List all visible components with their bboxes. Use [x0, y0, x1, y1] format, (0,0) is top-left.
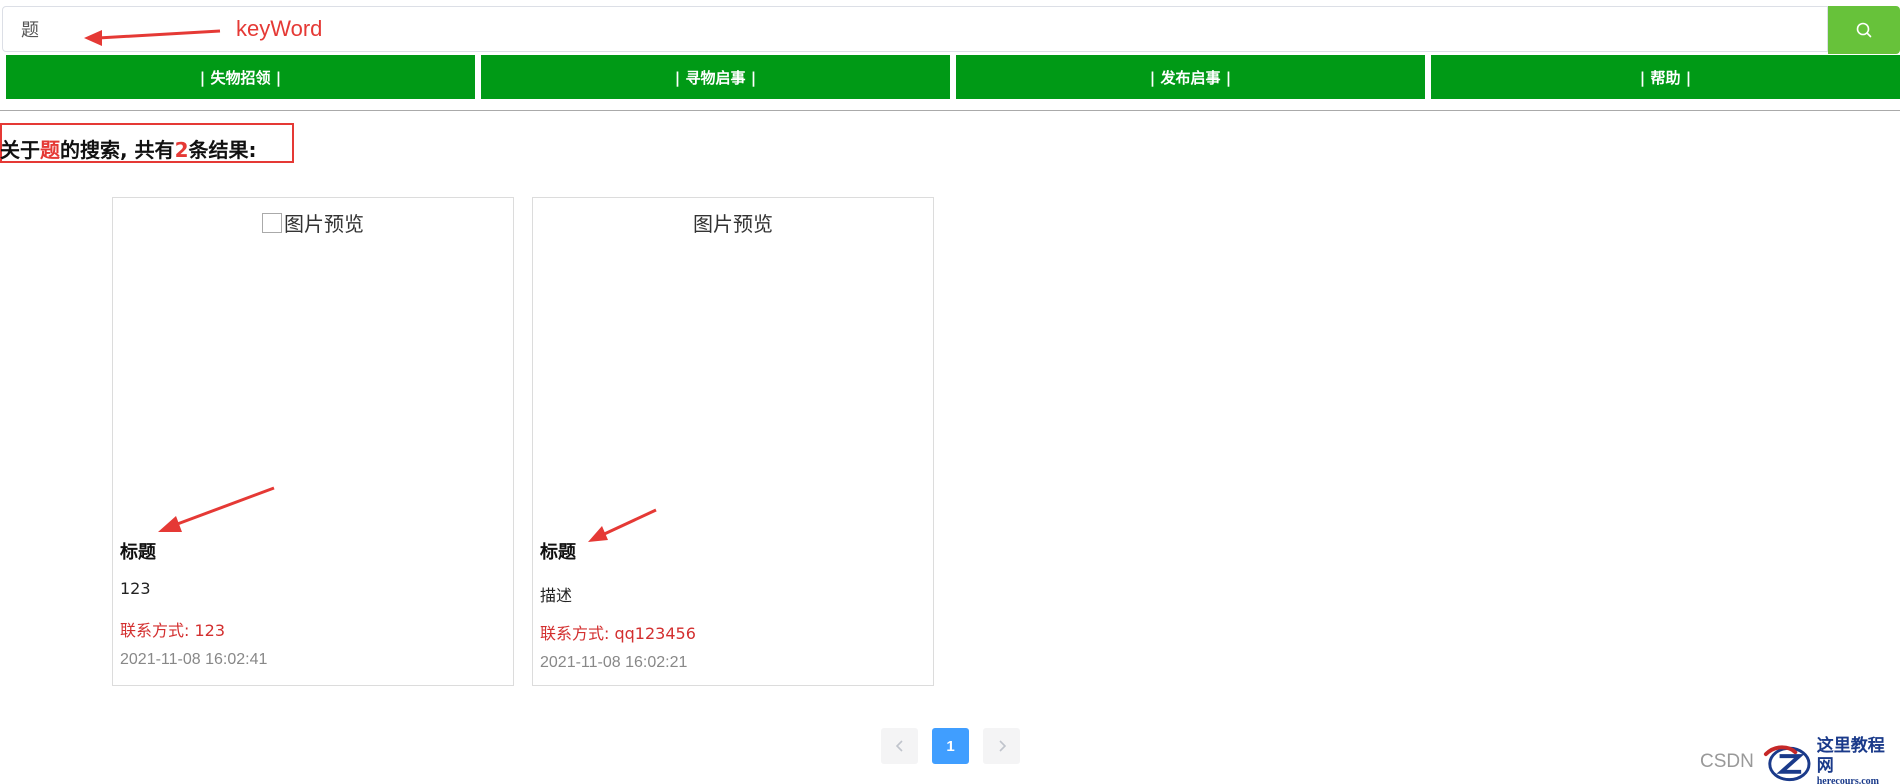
card-title: 标题 — [120, 542, 156, 563]
main-nav: | 失物招领 | | 寻物启事 | | 发布启事 | | 帮助 | — [6, 55, 1900, 99]
nav-item-lost-notice[interactable]: | 寻物启事 | — [481, 55, 950, 99]
result-count: 2 — [174, 138, 189, 162]
site-logo-icon — [1763, 745, 1811, 782]
page-number-button[interactable]: 1 — [932, 728, 969, 764]
watermark: CSDN 这里教程网 herecours.com — [1700, 736, 1900, 784]
divider — [0, 110, 1900, 111]
result-middle: 的搜索, 共有 — [60, 138, 175, 162]
site-name-en: herecours.com — [1816, 776, 1880, 784]
page: keyWord | 失物招领 | | 寻物启事 | | 发布启事 | | 帮助 … — [0, 0, 1900, 784]
csdn-watermark: CSDN — [1700, 751, 1754, 772]
nav-item-lost-and-found[interactable]: | 失物招领 | — [6, 55, 475, 99]
keyword-annotation: keyWord — [236, 16, 323, 41]
card-date: 2021-11-08 16:02:41 — [120, 651, 268, 668]
broken-image-icon — [262, 212, 282, 233]
result-summary: 关于题的搜索, 共有2条结果: — [0, 134, 256, 163]
image-preview: 图片预览 — [533, 208, 933, 237]
result-suffix: 条结果: — [188, 138, 257, 162]
image-alt-text: 图片预览 — [693, 212, 773, 236]
nav-item-publish-notice[interactable]: | 发布启事 | — [956, 55, 1425, 99]
chevron-right-icon — [998, 740, 1006, 752]
result-card[interactable]: 图片预览 标题 123 联系方式: 123 2021-11-08 16:02:4… — [112, 197, 514, 686]
site-name-cn: 这里教程网 — [1816, 736, 1885, 776]
result-card[interactable]: 图片预览 标题 描述 联系方式: qq123456 2021-11-08 16:… — [532, 197, 934, 686]
pagination: 1 — [881, 728, 1020, 764]
image-preview: 图片预览 — [113, 208, 513, 237]
image-alt-text: 图片预览 — [284, 212, 364, 236]
card-contact: 联系方式: 123 — [120, 621, 226, 640]
next-page-button[interactable] — [983, 728, 1020, 764]
card-description: 123 — [120, 579, 151, 598]
chevron-left-icon — [895, 740, 903, 752]
search-icon — [1856, 22, 1872, 38]
card-title: 标题 — [540, 542, 576, 563]
result-keyword: 题 — [40, 138, 60, 162]
result-prefix: 关于 — [0, 138, 40, 162]
card-date: 2021-11-08 16:02:21 — [540, 654, 688, 671]
site-name: 这里教程网 herecours.com — [1817, 736, 1900, 784]
prev-page-button[interactable] — [881, 728, 918, 764]
search-button[interactable] — [1828, 6, 1900, 54]
card-contact: 联系方式: qq123456 — [540, 624, 696, 643]
nav-item-help[interactable]: | 帮助 | — [1431, 55, 1900, 99]
card-description: 描述 — [540, 586, 573, 605]
